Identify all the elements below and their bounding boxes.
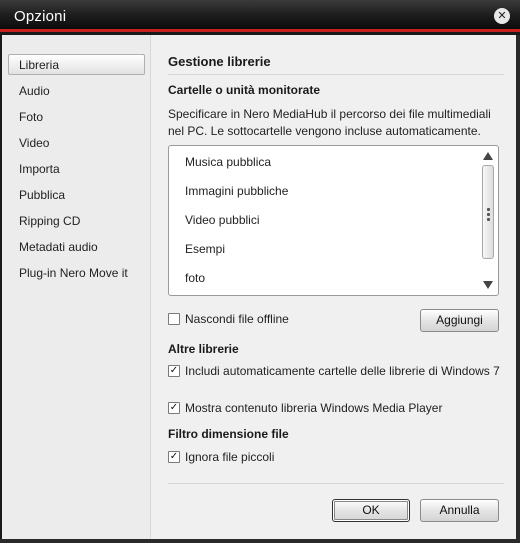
include-windows-libraries-label: Includi automaticamente cartelle delle l… (185, 364, 500, 378)
divider (168, 483, 504, 484)
other-libraries-heading: Altre librerie (168, 342, 239, 356)
options-dialog: Libreria Audio Foto Video Importa Pubbli… (2, 35, 516, 539)
sidebar-item-audio[interactable]: Audio (8, 80, 145, 101)
grip-icon (487, 213, 490, 216)
file-size-filter-heading: Filtro dimensione file (168, 427, 289, 441)
monitored-folders-list[interactable]: Musica pubblica Immagini pubbliche Video… (168, 145, 499, 296)
vertical-scrollbar[interactable] (481, 149, 495, 292)
checkbox-box[interactable] (168, 313, 180, 325)
ok-button[interactable]: OK (332, 499, 410, 522)
ignore-small-files-label: Ignora file piccoli (185, 450, 275, 464)
scroll-up-icon[interactable] (483, 152, 493, 160)
sidebar-item-plugin-nero-move-it[interactable]: Plug-in Nero Move it (8, 262, 145, 283)
include-windows-libraries-checkbox[interactable]: ✓ Includi automaticamente cartelle delle… (168, 364, 504, 379)
scroll-down-icon[interactable] (483, 281, 493, 289)
window-border (0, 539, 520, 543)
window-border (516, 35, 520, 539)
list-item[interactable]: Video pubblici (185, 213, 260, 227)
checkbox-box[interactable]: ✓ (168, 451, 180, 463)
sidebar-item-ripping-cd[interactable]: Ripping CD (8, 210, 145, 231)
monitored-folders-heading: Cartelle o unità monitorate (168, 83, 321, 97)
sidebar-item-libreria[interactable]: Libreria (8, 54, 145, 75)
sidebar-item-pubblica[interactable]: Pubblica (8, 184, 145, 205)
sidebar-item-foto[interactable]: Foto (8, 106, 145, 127)
add-folder-button[interactable]: Aggiungi (420, 309, 499, 332)
ignore-small-files-checkbox[interactable]: ✓ Ignora file piccoli (168, 450, 274, 465)
monitored-folders-description: Specificare in Nero MediaHub il percorso… (168, 107, 491, 138)
title-bar: Opzioni ✕ (0, 0, 520, 32)
grip-icon (487, 218, 490, 221)
window-title: Opzioni (14, 8, 67, 25)
checkbox-box[interactable]: ✓ (168, 402, 180, 414)
sidebar-item-video[interactable]: Video (8, 132, 145, 153)
show-wmp-library-checkbox[interactable]: ✓ Mostra contenuto libreria Windows Medi… (168, 401, 442, 416)
list-item[interactable]: Esempi (185, 242, 225, 256)
sidebar-item-importa[interactable]: Importa (8, 158, 145, 179)
close-icon[interactable]: ✕ (494, 8, 510, 24)
show-wmp-library-label: Mostra contenuto libreria Windows Media … (185, 401, 443, 415)
scrollbar-thumb[interactable] (482, 165, 494, 259)
divider (168, 74, 504, 75)
list-item[interactable]: foto (185, 271, 205, 285)
checkbox-box[interactable]: ✓ (168, 365, 180, 377)
hide-offline-checkbox[interactable]: Nascondi file offline (168, 312, 289, 327)
hide-offline-label: Nascondi file offline (185, 312, 289, 326)
grip-icon (487, 208, 490, 211)
cancel-button[interactable]: Annulla (420, 499, 499, 522)
list-item[interactable]: Musica pubblica (185, 155, 271, 169)
sidebar: Libreria Audio Foto Video Importa Pubbli… (2, 35, 151, 539)
list-item[interactable]: Immagini pubbliche (185, 184, 288, 198)
page-title: Gestione librerie (168, 54, 271, 69)
sidebar-item-metadati-audio[interactable]: Metadati audio (8, 236, 145, 257)
